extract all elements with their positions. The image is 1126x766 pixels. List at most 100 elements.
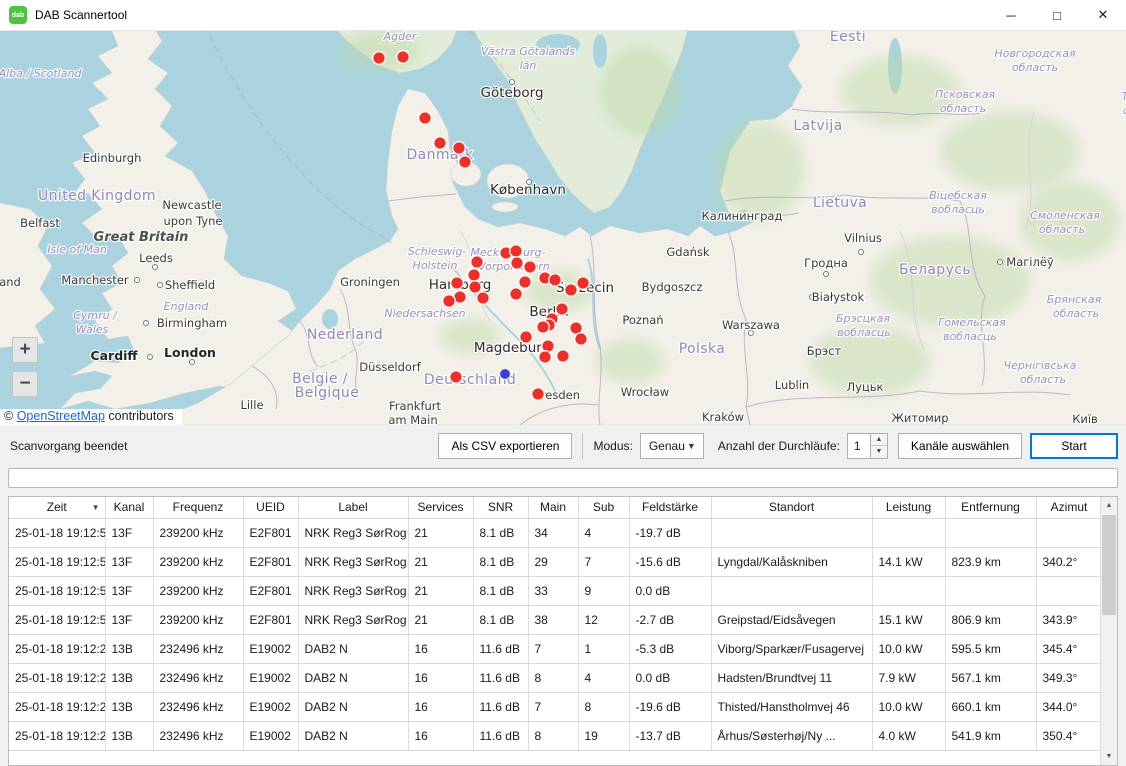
map-label: Lietuva: [813, 195, 867, 211]
maximize-button[interactable]: □: [1034, 0, 1080, 30]
column-header-services[interactable]: Services: [408, 497, 473, 518]
town-dot: [144, 321, 149, 326]
scan-result-marker[interactable]: [557, 350, 570, 363]
scan-result-marker[interactable]: [575, 333, 588, 346]
scan-result-marker[interactable]: [397, 51, 410, 64]
scan-result-marker[interactable]: [565, 284, 578, 297]
scan-result-marker[interactable]: [373, 52, 386, 65]
scan-result-marker[interactable]: [468, 269, 481, 282]
scan-result-marker[interactable]: [520, 331, 533, 344]
scan-result-marker[interactable]: [519, 276, 532, 289]
select-channels-button[interactable]: Kanäle auswählen: [898, 433, 1022, 459]
column-header-label: Frequenz: [173, 500, 224, 514]
scan-result-marker[interactable]: [471, 256, 484, 269]
table-scrollbar[interactable]: ▲ ▼: [1100, 497, 1117, 765]
minimize-button[interactable]: ─: [988, 0, 1034, 30]
scan-result-marker[interactable]: [477, 292, 490, 305]
table-row[interactable]: 25-01-18 19:12:2913B232496 kHzE19002DAB2…: [9, 634, 1100, 663]
table-row[interactable]: 25-01-18 19:12:2913B232496 kHzE19002DAB2…: [9, 692, 1100, 721]
column-header-main[interactable]: Main: [528, 497, 578, 518]
table-cell: 8.1 dB: [473, 518, 528, 547]
map-label: Брэст: [807, 344, 842, 358]
start-button[interactable]: Start: [1030, 433, 1118, 459]
zoom-out-button[interactable]: −: [12, 371, 38, 397]
column-header-standort[interactable]: Standort: [711, 497, 872, 518]
scrollbar-thumb[interactable]: [1102, 515, 1116, 615]
scan-result-marker[interactable]: [556, 303, 569, 316]
table-cell: 34: [528, 518, 578, 547]
close-button[interactable]: ✕: [1080, 0, 1126, 30]
scan-result-marker[interactable]: [511, 257, 524, 270]
scroll-up-button[interactable]: ▲: [1101, 497, 1117, 514]
map-label: and: [0, 275, 21, 289]
table-row[interactable]: 25-01-18 19:12:2913B232496 kHzE19002DAB2…: [9, 721, 1100, 750]
scan-result-marker[interactable]: [434, 137, 447, 150]
mode-value: Genau: [649, 439, 685, 453]
scan-result-marker[interactable]: [524, 261, 537, 274]
runs-label: Anzahl der Durchläufe:: [718, 439, 840, 453]
export-csv-button[interactable]: Als CSV exportieren: [438, 433, 572, 459]
map-label: Alba / Scotland: [0, 67, 82, 80]
spinner-buttons: ▲ ▼: [871, 433, 888, 459]
column-header-label[interactable]: Label: [298, 497, 408, 518]
map-label: Чернігівська: [1004, 359, 1077, 372]
openstreetmap-link[interactable]: OpenStreetMap: [17, 409, 105, 423]
table-cell: 13B: [105, 634, 153, 663]
table-cell: 12: [578, 605, 629, 634]
scan-result-marker[interactable]: [532, 388, 545, 401]
title-bar: dab DAB Scannertool ─ □ ✕: [0, 0, 1126, 31]
column-header-leistung[interactable]: Leistung: [872, 497, 945, 518]
runs-value[interactable]: 1: [847, 433, 871, 459]
table-cell: [1036, 576, 1100, 605]
scan-result-marker[interactable]: [459, 156, 472, 169]
scan-result-marker[interactable]: [469, 281, 482, 294]
current-position-marker[interactable]: [500, 369, 511, 380]
zoom-in-button[interactable]: +: [12, 337, 38, 363]
town-dot: [998, 260, 1003, 265]
map-label: Bydgoszcz: [642, 280, 703, 294]
scan-result-marker[interactable]: [510, 288, 523, 301]
column-header-zeit[interactable]: Zeit▼: [9, 497, 105, 518]
scan-result-marker[interactable]: [419, 112, 432, 125]
scan-result-marker[interactable]: [577, 277, 590, 290]
table-cell: 13B: [105, 663, 153, 692]
scan-result-marker[interactable]: [453, 142, 466, 155]
table-cell: 1: [578, 634, 629, 663]
column-header-kanal[interactable]: Kanal: [105, 497, 153, 518]
map[interactable]: Alba / ScotlandEdinburghUnited KingdomNe…: [0, 31, 1126, 425]
column-header-label: Standort: [769, 500, 814, 514]
scan-result-marker[interactable]: [539, 351, 552, 364]
column-header-feldst-rke[interactable]: Feldstärke: [629, 497, 711, 518]
column-header-sub[interactable]: Sub: [578, 497, 629, 518]
spin-up-button[interactable]: ▲: [871, 434, 887, 447]
table-cell: 25-01-18 19:12:59: [9, 518, 105, 547]
scan-result-marker[interactable]: [451, 277, 464, 290]
column-header-frequenz[interactable]: Frequenz: [153, 497, 243, 518]
scan-result-marker[interactable]: [450, 371, 463, 384]
table-row[interactable]: 25-01-18 19:12:5913F239200 kHzE2F801NRK …: [9, 605, 1100, 634]
column-header-entfernung[interactable]: Entfernung: [945, 497, 1036, 518]
column-header-ueid[interactable]: UEID: [243, 497, 298, 518]
spin-down-button[interactable]: ▼: [871, 446, 887, 458]
table-cell: 21: [408, 547, 473, 576]
table-cell: Hadsten/Brundtvej 11: [711, 663, 872, 692]
plus-icon: +: [19, 339, 30, 361]
map-label: Cymru /: [73, 309, 118, 322]
scroll-down-button[interactable]: ▼: [1101, 748, 1117, 765]
mode-dropdown[interactable]: Genau ▼: [640, 433, 704, 459]
map-label: Eesti: [830, 31, 866, 45]
column-header-snr[interactable]: SNR: [473, 497, 528, 518]
table-row[interactable]: 25-01-18 19:12:5913F239200 kHzE2F801NRK …: [9, 547, 1100, 576]
scan-result-marker[interactable]: [510, 245, 523, 258]
table-cell: 15.1 kW: [872, 605, 945, 634]
table-cell: [711, 518, 872, 547]
map-label: Віцебская: [929, 189, 987, 202]
table-row[interactable]: 25-01-18 19:12:5913F239200 kHzE2F801NRK …: [9, 518, 1100, 547]
scan-result-marker[interactable]: [537, 321, 550, 334]
column-header-azimut[interactable]: Azimut: [1036, 497, 1100, 518]
table-row[interactable]: 25-01-18 19:12:5913F239200 kHzE2F801NRK …: [9, 576, 1100, 605]
table-row[interactable]: 25-01-18 19:12:2913B232496 kHzE19002DAB2…: [9, 663, 1100, 692]
table-cell: 595.5 km: [945, 634, 1036, 663]
scan-result-marker[interactable]: [549, 274, 562, 287]
scan-result-marker[interactable]: [443, 295, 456, 308]
